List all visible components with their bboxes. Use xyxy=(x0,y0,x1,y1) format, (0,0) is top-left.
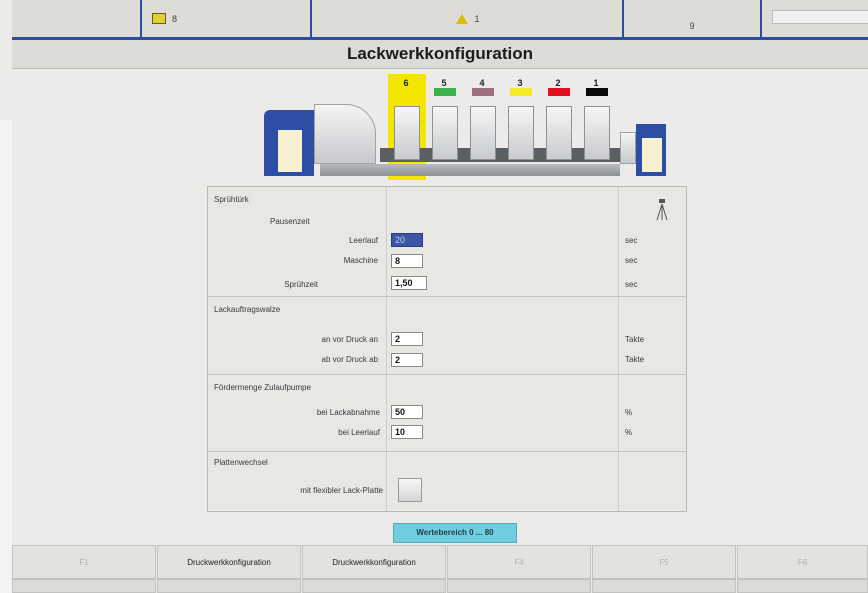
unit-3[interactable]: 3 xyxy=(510,78,532,96)
unit-6-body xyxy=(394,106,420,160)
flex-plate-toggle-button[interactable] xyxy=(398,478,422,502)
unit-1-number: 1 xyxy=(593,78,599,88)
plate-header: Plattenwechsel xyxy=(214,458,268,467)
section-plate: Plattenwechsel mit flexibler Lack-Platte xyxy=(208,452,686,510)
roller-off-label: ab vor Druck ab xyxy=(321,355,378,364)
pump-take-unit: % xyxy=(625,408,633,417)
value-range-badge: Wertebereich 0 ... 80 xyxy=(393,523,517,543)
status-cell-warning[interactable]: 1 xyxy=(314,0,624,37)
pump-idle-label: bei Leerlauf xyxy=(338,428,380,437)
unit-5-body xyxy=(432,106,458,160)
press-base xyxy=(320,164,620,176)
roller-header: Lackauftragswalze xyxy=(214,305,281,314)
bottom-button-bar: F1 Druckwerkkonfiguration Druckwerkkonfi… xyxy=(12,545,868,593)
config-panel: Sprühtürk Pausenzeit Leerlauf 20 sec Mas… xyxy=(207,186,687,512)
unit-6-number: 6 xyxy=(403,78,409,88)
spray-time-unit: sec xyxy=(625,280,638,289)
spray-nozzle-icon xyxy=(656,199,668,221)
unit-3-number: 3 xyxy=(517,78,523,88)
soft-key-row2-6[interactable] xyxy=(737,579,868,593)
soft-key-row2-1[interactable] xyxy=(12,579,156,593)
unit-3-body xyxy=(508,106,534,160)
soft-key-row2-3[interactable] xyxy=(302,579,446,593)
press-diagram: 6 5 4 3 2 1 xyxy=(260,72,670,184)
unit-2-body xyxy=(546,106,572,160)
machine-pause-input[interactable]: 8 xyxy=(391,254,423,268)
roller-off-input[interactable]: 2 xyxy=(391,353,423,367)
soft-key-3[interactable]: Druckwerkkonfiguration xyxy=(302,545,446,579)
soft-key-6[interactable]: F6 xyxy=(737,545,868,579)
unit-1-color xyxy=(586,88,608,96)
pump-idle-unit: % xyxy=(625,428,633,437)
pump-idle-input[interactable]: 10 xyxy=(391,425,423,439)
feeder-pile xyxy=(278,130,302,172)
unit-4[interactable]: 4 xyxy=(472,78,494,96)
idle-label: Leerlauf xyxy=(349,236,378,245)
section-pump: Fördermenge Zulaufpumpe bei Lackabnahme … xyxy=(208,375,686,452)
soft-key-row2-4[interactable] xyxy=(447,579,591,593)
unit-2[interactable]: 2 xyxy=(548,78,570,96)
unit-3-color xyxy=(510,88,532,96)
warning-count: 1 xyxy=(474,13,480,24)
machine-label: Maschine xyxy=(343,256,378,265)
soft-key-2[interactable]: Druckwerkkonfiguration xyxy=(157,545,301,579)
unit-4-color xyxy=(472,88,494,96)
folder-count: 8 xyxy=(172,13,178,24)
pause-label: Pausenzeit xyxy=(270,217,310,226)
unit-2-color xyxy=(548,88,570,96)
status-cell-blank xyxy=(12,0,142,37)
roller-off-unit: Takte xyxy=(625,355,645,364)
idle-pause-input[interactable]: 20 xyxy=(391,233,423,247)
left-edge-strip xyxy=(0,120,12,593)
status-cell-counter: 9 xyxy=(624,0,762,37)
unit-1-body xyxy=(584,106,610,160)
spray-time-label: Sprühzeit xyxy=(284,280,318,289)
soft-key-row2-5[interactable] xyxy=(592,579,736,593)
unit-2-number: 2 xyxy=(555,78,561,88)
folder-icon xyxy=(152,13,166,24)
idle-unit: sec xyxy=(625,236,638,245)
roller-on-label: an vor Druck an xyxy=(321,335,378,344)
status-cell-folder[interactable]: 8 xyxy=(142,0,312,37)
soft-key-row2-2[interactable] xyxy=(157,579,301,593)
soft-key-5[interactable]: F5 xyxy=(592,545,736,579)
unit-5[interactable]: 5 xyxy=(434,78,456,96)
unit-6[interactable]: 6 xyxy=(396,78,416,88)
unit-5-color xyxy=(434,88,456,96)
unit-1[interactable]: 1 xyxy=(586,78,608,96)
page-title: Lackwerkkonfiguration xyxy=(12,40,868,69)
machine-unit: sec xyxy=(625,256,638,265)
feeder-hood xyxy=(314,104,376,164)
status-bar: 8 1 9 xyxy=(12,0,868,40)
soft-key-4[interactable]: F4 xyxy=(447,545,591,579)
soft-key-1[interactable]: F1 xyxy=(12,545,156,579)
warning-triangle-icon xyxy=(456,13,469,24)
roller-on-input[interactable]: 2 xyxy=(391,332,423,346)
delivery-ramp xyxy=(620,132,636,164)
roller-on-unit: Takte xyxy=(625,335,645,344)
unit-4-body xyxy=(470,106,496,160)
counter-value: 9 xyxy=(689,20,695,31)
pump-header: Fördermenge Zulaufpumpe xyxy=(214,383,311,392)
spray-time-input[interactable]: 1,50 xyxy=(391,276,427,290)
pump-take-input[interactable]: 50 xyxy=(391,405,423,419)
section-roller: Lackauftragswalze an vor Druck an 2 Takt… xyxy=(208,297,686,375)
delivery-pile xyxy=(642,138,662,172)
status-progress-bar xyxy=(772,10,868,24)
unit-5-number: 5 xyxy=(441,78,447,88)
unit-4-number: 4 xyxy=(479,78,485,88)
plate-flex-label: mit flexibler Lack-Platte xyxy=(300,486,383,495)
pump-take-label: bei Lackabnahme xyxy=(316,408,380,417)
spray-header: Sprühtürk xyxy=(214,195,249,204)
section-spray: Sprühtürk Pausenzeit Leerlauf 20 sec Mas… xyxy=(208,187,686,297)
